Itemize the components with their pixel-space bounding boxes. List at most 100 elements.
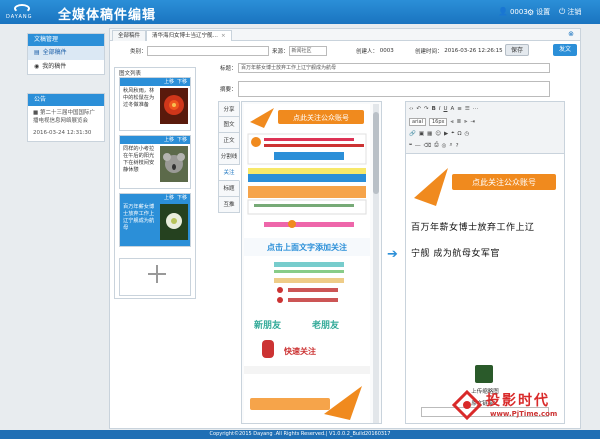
title-label: 标题： — [220, 66, 237, 72]
card-toolbar: 上移 下移 — [120, 136, 190, 144]
category-label: 类别： — [130, 49, 147, 55]
insert-arrow-icon[interactable]: ➔ — [387, 247, 398, 262]
emoji-icon[interactable]: ☺ — [435, 131, 441, 137]
user-doc-icon: ◉ — [34, 63, 40, 70]
editor-content[interactable]: 点此关注公众账号 百万年薪女博士放弃工作上辽 宁舰 成为航母女军官 — [406, 154, 564, 354]
size-select[interactable]: 16px — [428, 118, 448, 126]
template-scrollbar[interactable] — [373, 104, 379, 423]
user-menu[interactable]: 👤 0003 — [498, 7, 528, 16]
sidebar-item-all[interactable]: ▤ 全部稿件 — [28, 46, 104, 60]
source-row: 来源： 新闻社区 — [272, 45, 327, 57]
tab-template-body[interactable]: 正文 — [218, 133, 240, 149]
template-banner[interactable]: 点此关注公众账号 — [244, 104, 370, 130]
template-strip[interactable] — [247, 186, 367, 215]
indent-icon[interactable]: ⇥ — [470, 119, 475, 125]
template-hand[interactable]: 快速关注 — [262, 340, 316, 358]
redo-icon[interactable]: ↷ — [424, 106, 429, 112]
move-down-button[interactable]: 下移 — [177, 194, 187, 202]
quote-icon[interactable]: ❝ — [409, 143, 412, 149]
publish-button[interactable]: 发文 — [553, 44, 577, 56]
settings-link[interactable]: ⚙ 设置 — [527, 7, 550, 17]
print-icon[interactable]: ⎙ — [434, 142, 438, 149]
abstract-label: 摘要： — [220, 87, 237, 93]
map-icon[interactable]: ⌖ — [451, 130, 454, 137]
flower-thumbnail — [160, 88, 188, 124]
flower-white-thumbnail — [160, 204, 188, 240]
save-button[interactable]: 保存 — [505, 44, 529, 56]
tab-all[interactable]: 全部稿件 — [112, 30, 147, 41]
align-right-icon[interactable]: ⫸ — [464, 119, 467, 126]
old-friend-text: 老朋友 — [311, 319, 339, 331]
tab-template-follow[interactable]: 关注 — [218, 165, 240, 181]
close-panel-icon[interactable]: ⊗ — [568, 30, 574, 38]
creator-value: 0003 — [379, 48, 394, 54]
add-image-button[interactable] — [119, 258, 191, 296]
tab-template-image[interactable]: 图文 — [218, 117, 240, 133]
move-up-button[interactable]: 上移 — [164, 194, 174, 202]
tab-article[interactable]: 清华海归女博士当辽宁舰… × — [146, 30, 232, 41]
more-icon[interactable]: ⋯ — [473, 106, 479, 112]
user-icon: 👤 — [498, 7, 508, 16]
template-pink[interactable] — [248, 218, 366, 232]
template-click-follow[interactable]: 点击上面文字添加关注 — [244, 238, 370, 256]
video-icon[interactable]: ▶ — [444, 131, 448, 137]
list-icon[interactable]: ≡ — [457, 106, 462, 112]
rich-text-editor[interactable]: ‹› ↶ ↷ B I U A ≡ ☰ ⋯ arial 16px ⫷ ≣ ⫸ ⇥ 🔗 ▣ ▦ ☺ ▶ ⌖ Ω ◷ ❝ ― ⌫ ⎙ ◎… — [405, 101, 565, 424]
template-blue-bar[interactable] — [248, 168, 366, 182]
tab-template-share[interactable]: 分享 — [218, 101, 240, 117]
hr-icon[interactable]: ― — [415, 143, 421, 149]
logout-link[interactable]: ⏻ 注销 — [559, 7, 581, 17]
clear-icon[interactable]: ⌫ — [423, 143, 431, 149]
move-up-button[interactable]: 上移 — [164, 78, 174, 86]
help-icon[interactable]: ? — [456, 143, 459, 149]
source-label: 来源： — [272, 49, 289, 55]
link-icon[interactable]: 🔗 — [409, 131, 416, 137]
tab-template-divider[interactable]: 分割线 — [218, 149, 240, 165]
tab-template-promote[interactable]: 互推 — [218, 197, 240, 213]
abstract-input[interactable] — [238, 81, 550, 97]
tab-close-icon[interactable]: × — [221, 33, 226, 39]
preview-icon[interactable]: ◎ — [442, 143, 447, 149]
code-icon[interactable]: ‹› — [409, 106, 413, 112]
special-char-icon[interactable]: Ω — [457, 131, 461, 137]
title-input[interactable]: 百万年薪女博士放弃工作上辽宁舰成为航母 — [238, 63, 550, 73]
watermark-text: 投影时代 — [486, 393, 550, 409]
bold-icon[interactable]: B — [432, 106, 436, 112]
table-icon[interactable]: ▦ — [427, 131, 432, 137]
template-bottom-banner[interactable] — [244, 366, 370, 423]
image-icon[interactable]: ▣ — [419, 131, 424, 137]
align-center-icon[interactable]: ≣ — [457, 119, 462, 125]
undo-icon[interactable]: ↶ — [416, 106, 421, 112]
template-small-lines[interactable] — [274, 262, 344, 303]
sidebar-item-mine[interactable]: ◉ 我的稿件 — [28, 60, 104, 74]
move-down-button[interactable]: 下移 — [177, 78, 187, 86]
category-input[interactable] — [146, 46, 269, 56]
tab-template-heading[interactable]: 标题 — [218, 181, 240, 197]
created-value: 2016-03-26 12:26:15 — [444, 48, 503, 54]
cover-thumbnail[interactable] — [475, 365, 493, 383]
font-color-icon[interactable]: A — [450, 106, 454, 112]
align-left-icon[interactable]: ⫷ — [450, 119, 453, 126]
list-item[interactable]: 上移 下移 同样的小考拉在午后的阳光下在树枝间安静休憩 — [119, 135, 191, 189]
search-icon[interactable]: ⌕ — [449, 142, 452, 149]
align-icon[interactable]: ☰ — [465, 106, 470, 112]
manuscript-panel: 文稿管理 ▤ 全部稿件 ◉ 我的稿件 — [27, 33, 105, 75]
notice-link[interactable]: ■ 第二十三届中国国际广播电视信息网络展览会 — [28, 106, 104, 128]
list-item[interactable]: 上移 下移 秋风秋雨，林中的松鼠在为过冬做准备 — [119, 77, 191, 131]
italic-icon[interactable]: I — [439, 106, 441, 112]
created-row: 创建时间： 2016-03-26 12:26:15 — [415, 45, 503, 57]
underline-icon[interactable]: U — [443, 106, 447, 112]
move-down-button[interactable]: 下移 — [177, 136, 187, 144]
notice-panel: 公告 ■ 第二十三届中国国际广播电视信息网络展览会 2016-03-24 12:… — [27, 93, 105, 142]
user-name: 0003 — [509, 7, 528, 16]
card-toolbar: 上移 下移 — [120, 194, 190, 202]
template-friends[interactable]: 新朋友 老朋友 — [254, 319, 339, 331]
list-item-selected[interactable]: 上移 下移 百万年薪女博士放弃工作上辽宁舰成为航母 — [119, 193, 191, 247]
image-list: 图文列表 上移 下移 秋风秋雨，林中的松鼠在为过冬做准备 上移 下移 同样的小考拉在… — [114, 67, 196, 299]
source-input[interactable]: 新闻社区 — [288, 46, 327, 56]
template-follow-card[interactable] — [247, 133, 367, 165]
scrollbar-thumb[interactable] — [373, 112, 379, 194]
date-icon[interactable]: ◷ — [465, 131, 470, 137]
move-up-button[interactable]: 上移 — [164, 136, 174, 144]
font-select[interactable]: arial — [409, 118, 426, 126]
